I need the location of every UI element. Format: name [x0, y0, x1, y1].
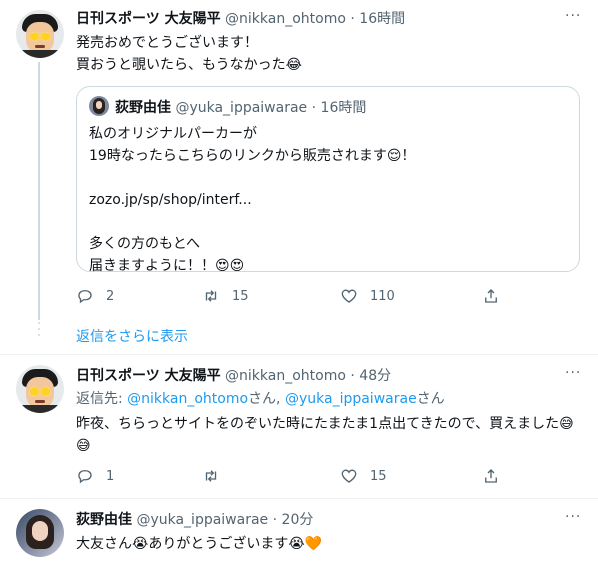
reply-button[interactable]: 1 [76, 467, 114, 485]
more-options-icon[interactable]: ··· [565, 8, 581, 24]
share-icon [485, 469, 497, 483]
quote-text: 私のオリジナルパーカーが 19時なったらこちらのリンクから販売されます😌！ zo… [89, 123, 569, 277]
separator: · [307, 100, 321, 116]
handle[interactable]: @nikkan_ohtomo [225, 368, 346, 384]
like-count: 15 [370, 468, 387, 484]
mention-link[interactable]: @nikkan_ohtomo [127, 391, 248, 407]
timestamp[interactable]: 16時間 [359, 11, 405, 27]
like-button[interactable]: 110 [340, 287, 395, 305]
display-name[interactable]: 日刊スポーツ 大友陽平 [76, 368, 221, 384]
reply-prefix: 返信先: [76, 391, 128, 407]
retweet-button[interactable] [202, 467, 232, 485]
timestamp: 16時間 [320, 100, 367, 116]
quote-line: 多くの方のもとへ [89, 236, 201, 252]
handle[interactable]: @nikkan_ohtomo [225, 11, 346, 27]
display-name: 荻野由佳 [115, 100, 171, 116]
quote-line: 19時なったらこちらのリンクから販売されます😌！ [89, 148, 416, 164]
show-more-replies-link[interactable]: 返信をさらに表示 [76, 326, 188, 346]
reply-sep: さん, [248, 391, 285, 407]
reply-count: 1 [106, 468, 115, 484]
handle: @yuka_ippaiwarae [175, 100, 308, 116]
avatar[interactable] [16, 10, 64, 58]
separator: · [345, 11, 360, 27]
heart-icon [341, 289, 357, 303]
mention-link[interactable]: @yuka_ippaiwarae [285, 391, 417, 407]
reply-button[interactable]: 2 [76, 287, 114, 305]
tweet-text: 発売おめでとうございます！ 買おうと覗いたら、もうなかった😂 [76, 35, 302, 73]
tweet-header: 日刊スポーツ 大友陽平 @nikkan_ohtomo · 16時間 [76, 10, 405, 28]
like-count: 110 [370, 288, 395, 304]
avatar[interactable] [16, 365, 64, 413]
quote-line: 私のオリジナルパーカーが [89, 126, 257, 142]
reply-suffix: さん [416, 391, 445, 407]
quote-line: 届きますように！！😍😍 [89, 258, 245, 274]
tweet-text: 昨夜、ちらっとサイトをのぞいた時にたまたま1点出てきたので、買えました😅😅 [76, 416, 574, 454]
reply-icon [78, 470, 92, 484]
tweet-1[interactable]: 日刊スポーツ 大友陽平 @nikkan_ohtomo · 16時間 ··· 発売… [0, 0, 598, 320]
display-name[interactable]: 荻野由佳 [76, 512, 132, 528]
separator: · [268, 512, 282, 528]
quote-link: zozo.jp/sp/shop/interf... [89, 192, 252, 208]
tweet-3[interactable]: 荻野由佳 @yuka_ippaiwarae · 20分 ··· 大友さん😭ありが… [0, 499, 598, 566]
tweet-header: 日刊スポーツ 大友陽平 @nikkan_ohtomo · 48分 [76, 367, 391, 385]
tweet-2[interactable]: 日刊スポーツ 大友陽平 @nikkan_ohtomo · 48分 ··· 返信先… [0, 355, 598, 493]
separator: · [345, 368, 360, 384]
timestamp[interactable]: 48分 [359, 368, 391, 384]
retweet-icon [205, 470, 217, 482]
share-icon [485, 289, 497, 303]
heart-icon [341, 469, 357, 483]
reply-to-line: 返信先: @nikkan_ohtomoさん, @yuka_ippaiwaraeさ… [76, 389, 586, 409]
share-button[interactable] [482, 287, 512, 305]
more-options-icon[interactable]: ··· [565, 509, 581, 525]
display-name[interactable]: 日刊スポーツ 大友陽平 [76, 11, 221, 27]
avatar [89, 96, 109, 116]
share-button[interactable] [482, 467, 512, 485]
thread-gap-dots [37, 322, 41, 340]
timestamp[interactable]: 20分 [282, 512, 314, 528]
tweet-header: 荻野由佳 @yuka_ippaiwarae · 20分 [76, 511, 313, 529]
avatar[interactable] [16, 509, 64, 557]
retweet-button[interactable]: 15 [202, 287, 249, 305]
reply-icon [78, 290, 92, 304]
handle[interactable]: @yuka_ippaiwarae [136, 512, 268, 528]
like-button[interactable]: 15 [340, 467, 387, 485]
tweet-actions: 2 15 110 [76, 287, 526, 307]
retweet-count: 15 [232, 288, 249, 304]
tweet-text: 大友さん😭ありがとうございます😭🧡 [76, 536, 323, 552]
tweet-actions: 1 15 [76, 467, 526, 487]
quote-header: 荻野由佳 @yuka_ippaiwarae · 16時間 [115, 97, 366, 117]
thread-line [38, 62, 40, 320]
retweet-icon [205, 290, 217, 302]
quoted-tweet[interactable]: 荻野由佳 @yuka_ippaiwarae · 16時間 私のオリジナルパーカー… [76, 86, 580, 274]
more-options-icon[interactable]: ··· [565, 365, 581, 381]
reply-count: 2 [106, 288, 115, 304]
